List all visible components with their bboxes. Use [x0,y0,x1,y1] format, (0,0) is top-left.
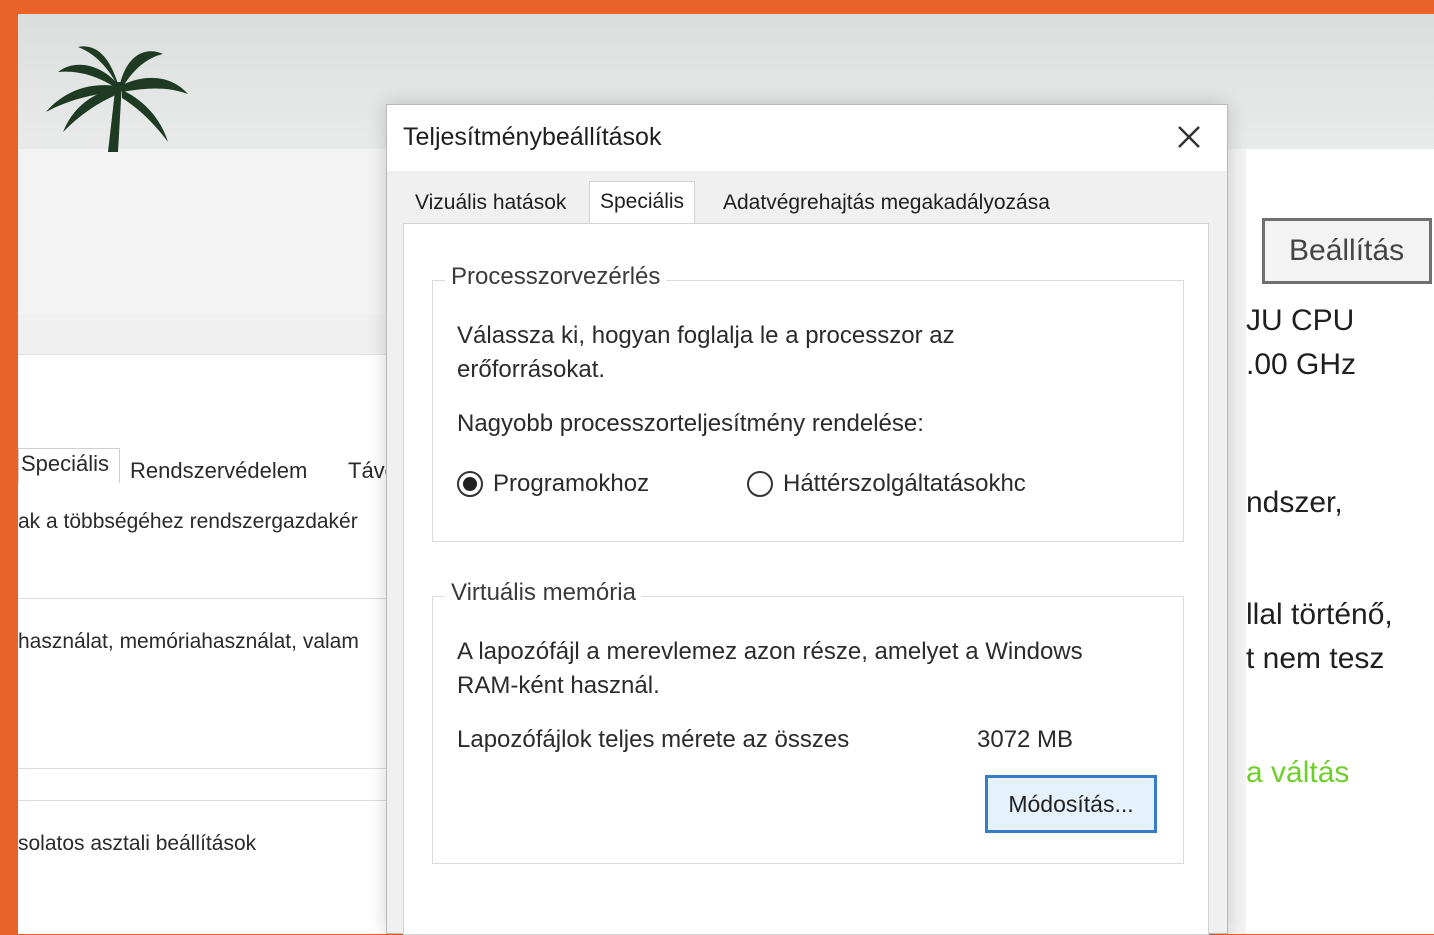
bg-performance-text: használat, memóriahasználat, valam [18,630,359,653]
tab-dep[interactable]: Adatvégrehajtás megakadályozása [723,191,1050,215]
virtual-memory-description-2: RAM-ként használ. [457,672,660,699]
settings-button[interactable]: Beállítás [1262,218,1432,284]
processor-question: Nagyobb processzorteljesítmény rendelése… [457,410,924,437]
window-header-strip [18,314,408,355]
bg-admin-text: ak a többségéhez rendszergazdakér [18,510,358,533]
pen-input-text: llal történő, [1246,598,1393,631]
processor-description: Válassza ki, hogyan foglalja le a proces… [457,322,955,349]
tab-visual-effects[interactable]: Vizuális hatások [415,191,566,215]
change-button[interactable]: Módosítás... [985,775,1157,833]
radio-selected-dot [463,477,477,491]
group-legend: Virtuális memória [445,579,642,607]
paging-file-total-value: 3072 MB [977,726,1074,753]
cpu-speed-text: .00 GHz [1246,348,1357,381]
palm-tree-icon [46,46,188,152]
group-legend: Processzorvezérlés [445,263,667,291]
cpu-text: JU CPU [1246,304,1355,337]
processor-description-2: erőforrásokat. [457,356,606,383]
dialog-tabs: Vizuális hatások Speciális Adatvégrehajt… [403,171,1203,224]
paging-file-total-label: Lapozófájlok teljes mérete az összes [457,726,850,753]
radio-background-services[interactable] [747,471,773,497]
dialog-title: Teljesítménybeállítások [403,123,662,151]
change-link[interactable]: a váltás [1246,756,1349,790]
radio-programs-label[interactable]: Programokhoz [493,467,649,501]
dialog-title-bar: Teljesítménybeállítások [387,105,1227,171]
advanced-tab-panel: Processzorvezérlés Válassza ki, hogyan f… [403,223,1209,935]
processor-scheduling-group: Processzorvezérlés Válassza ki, hogyan f… [432,263,1184,542]
bg-desktop-settings-text: solatos asztali beállítások [18,832,257,855]
performance-options-dialog: Teljesítménybeállítások Vizuális hatások… [386,104,1228,935]
bg-tab-advanced[interactable]: Speciális [18,448,121,483]
divider [18,598,403,599]
divider [18,768,403,769]
pen-input-text-2: t nem tesz [1246,642,1385,675]
virtual-memory-description: A lapozófájl a merevlemez azon része, am… [457,638,1083,665]
virtual-memory-group: Virtuális memória A lapozófájl a merevle… [432,579,1184,864]
divider [18,800,403,801]
bg-tab-system-protection[interactable]: Rendszervédelem [130,458,307,484]
close-icon[interactable] [1169,117,1209,157]
radio-programs[interactable] [457,471,483,497]
tab-advanced[interactable]: Speciális [589,181,696,224]
system-type-text: ndszer, [1246,486,1343,519]
radio-background-services-label[interactable]: Háttérszolgáltatásokhc [783,467,1053,501]
